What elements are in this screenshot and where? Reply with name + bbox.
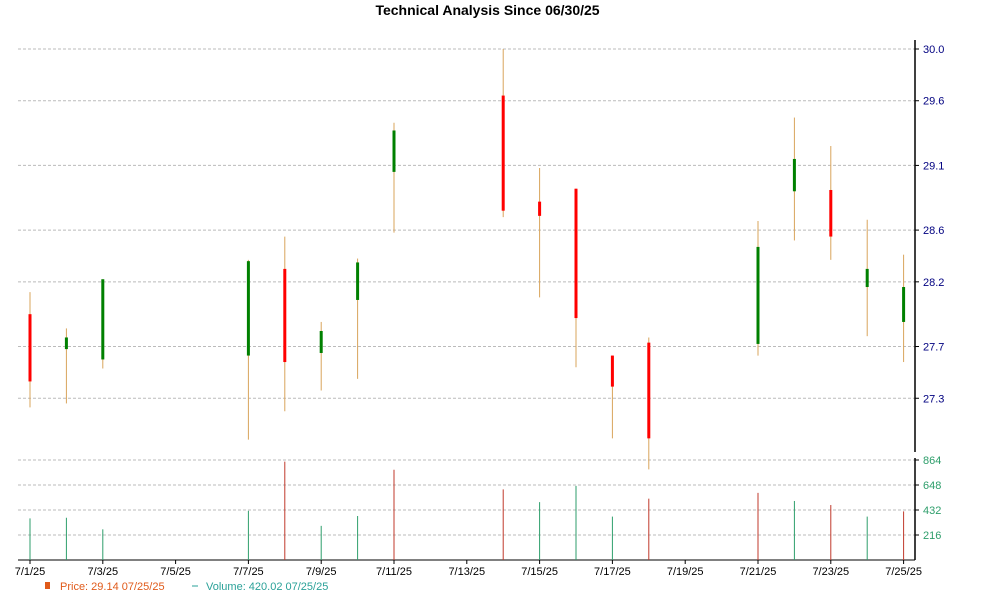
price-tick-label: 29.6 <box>923 96 944 108</box>
candle-layer <box>28 49 906 470</box>
candle-body-down <box>501 95 505 211</box>
candle-body-up <box>101 279 105 360</box>
x-tick-label: 7/13/25 <box>448 566 485 578</box>
candle-body-up <box>64 337 68 350</box>
x-tick-label: 7/19/25 <box>667 566 704 578</box>
x-axis-labels: 7/1/25 7/3/25 7/5/25 7/7/25 7/9/25 7/11/25 7/1… <box>15 560 922 578</box>
legend-price-label: Price: 29.14 07/25/25 <box>60 581 165 593</box>
price-tick-label: 27.7 <box>923 342 944 354</box>
x-tick-label: 7/5/25 <box>160 566 191 578</box>
x-tick-label: 7/25/25 <box>885 566 922 578</box>
candle-body-down <box>538 201 542 216</box>
x-tick-label: 7/11/25 <box>376 566 412 578</box>
legend-volume-label: Volume: 420.02 07/25/25 <box>206 581 328 593</box>
candle-body-up <box>756 246 760 344</box>
candle-body-up <box>792 158 796 192</box>
volume-tick-label: 648 <box>923 480 941 492</box>
x-tick-label: 7/3/25 <box>88 566 119 578</box>
candle-body-up <box>319 330 323 353</box>
legend: Price: 29.14 07/25/25 Volume: 420.02 07/2… <box>45 581 328 593</box>
candle-body-down <box>829 189 833 237</box>
candle-body-down <box>647 342 651 439</box>
volume-tick-label: 216 <box>923 530 941 542</box>
candle-body-down <box>574 188 578 319</box>
price-tick-label: 28.6 <box>923 225 944 237</box>
axis-layer: 30.0 29.6 29.1 28.6 28.2 27.7 27.3 864 648 432 216 <box>18 40 944 561</box>
x-tick-label: 7/23/25 <box>812 566 849 578</box>
price-tick-label: 29.1 <box>923 160 944 172</box>
candle-body-up <box>865 268 869 288</box>
price-tick-label: 27.3 <box>923 393 944 405</box>
x-tick-label: 7/1/25 <box>15 566 46 578</box>
volume-tick-label: 432 <box>923 505 941 517</box>
chart: Technical Analysis Since 06/30/25 30.0 29… <box>0 0 1000 600</box>
chart-canvas: 30.0 29.6 29.1 28.6 28.2 27.7 27.3 864 648 432 216… <box>15 40 944 593</box>
candle-body-up <box>902 287 906 322</box>
x-tick-label: 7/15/25 <box>521 566 558 578</box>
volume-tick-label: 864 <box>923 455 941 467</box>
grid-layer <box>18 48 915 536</box>
legend-price-swatch <box>45 582 50 589</box>
candle-body-down <box>610 355 614 387</box>
price-tick-label: 30.0 <box>923 44 944 56</box>
x-tick-label: 7/21/25 <box>740 566 777 578</box>
x-tick-label: 7/9/25 <box>306 566 337 578</box>
candle-body-up <box>246 261 250 356</box>
x-tick-label: 7/7/25 <box>233 566 264 578</box>
x-tick-label: 7/17/25 <box>594 566 631 578</box>
candle-body-up <box>392 130 396 172</box>
price-tick-label: 28.2 <box>923 277 944 289</box>
candle-body-down <box>28 314 32 382</box>
candle-body-down <box>283 268 287 363</box>
volume-layer <box>29 461 905 560</box>
candle-body-up <box>356 262 360 300</box>
